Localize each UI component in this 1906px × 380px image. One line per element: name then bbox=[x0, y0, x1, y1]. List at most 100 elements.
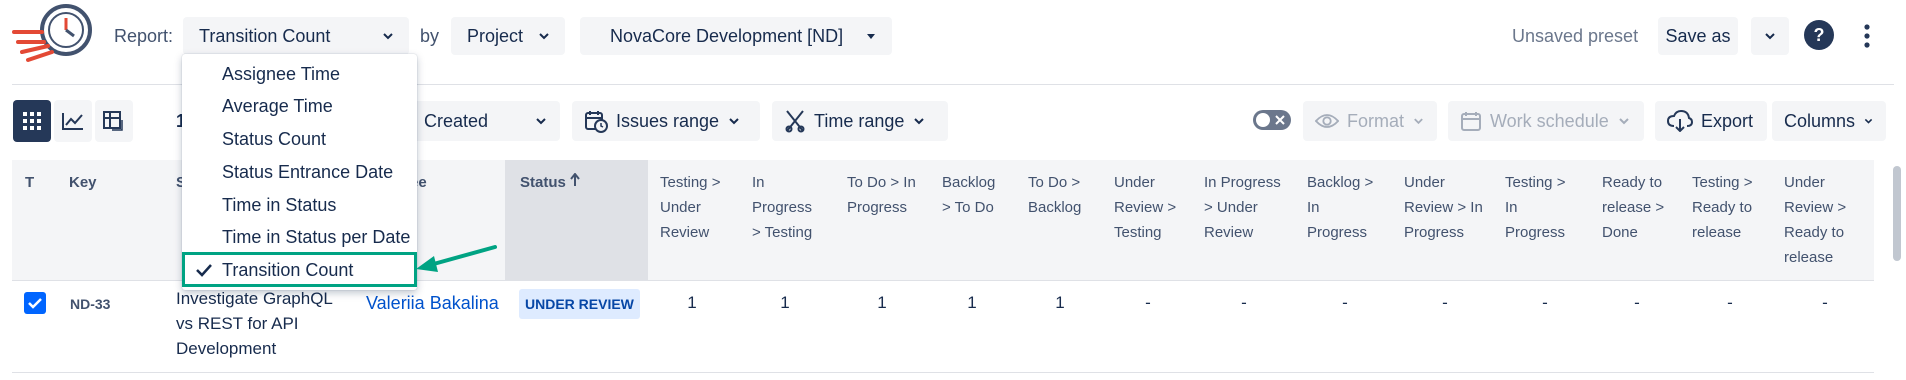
transition-count-cell: - bbox=[1342, 293, 1348, 312]
help-icon[interactable]: ? bbox=[1804, 20, 1834, 50]
col-header-transition[interactable]: Under Review > Testing bbox=[1114, 170, 1176, 245]
date-field-select[interactable]: Created bbox=[400, 101, 560, 141]
col-header-line: > To Do bbox=[942, 199, 994, 216]
pivot-view-toggle[interactable] bbox=[95, 100, 133, 142]
col-header-transition[interactable]: Testing > In Progress bbox=[1505, 170, 1565, 245]
col-header-line: Under bbox=[1114, 174, 1155, 191]
menu-item-label: Assignee Time bbox=[222, 64, 341, 84]
col-header-line: release bbox=[1692, 224, 1742, 241]
menu-item-label: Time in Status bbox=[222, 195, 337, 215]
project-select[interactable]: NovaCore Development [ND] bbox=[580, 17, 892, 55]
date-field-value: Created bbox=[424, 110, 489, 131]
col-header-line: Review > In bbox=[1404, 199, 1483, 216]
col-header-transition[interactable]: Backlog > To Do bbox=[942, 170, 995, 220]
menu-item[interactable]: Average Time bbox=[222, 96, 333, 117]
col-header-transition[interactable]: Testing > Under Review bbox=[660, 170, 720, 245]
chevron-down-icon bbox=[539, 33, 549, 40]
export-button[interactable]: Export bbox=[1655, 101, 1767, 141]
save-as-button[interactable]: Save as bbox=[1658, 17, 1738, 55]
transition-count-cell: 1 bbox=[1055, 293, 1065, 312]
chevron-down-icon bbox=[383, 33, 393, 40]
col-header-transition[interactable]: Ready to release > Done bbox=[1602, 170, 1664, 245]
group-by-select[interactable]: Project bbox=[451, 17, 565, 55]
transition-count-cell: 1 bbox=[780, 293, 790, 312]
save-options-button[interactable] bbox=[1751, 17, 1789, 55]
col-header-line: Review bbox=[1204, 224, 1254, 241]
col-header-type[interactable]: T bbox=[25, 170, 34, 195]
col-header-line: Backlog bbox=[942, 174, 996, 191]
menu-item[interactable]: Time in Status bbox=[222, 195, 336, 216]
assignee-link[interactable]: Valeriia Bakalina bbox=[366, 293, 499, 314]
col-header-line: Under bbox=[1404, 174, 1445, 191]
format-toggle[interactable] bbox=[1253, 110, 1291, 130]
chevron-down-icon bbox=[914, 118, 925, 125]
line-chart-icon bbox=[62, 113, 83, 130]
report-select[interactable]: Transition Count bbox=[183, 17, 409, 55]
col-header-line: Review > bbox=[1784, 199, 1847, 216]
chevron-down-icon bbox=[1414, 118, 1423, 125]
cloud-download-icon bbox=[1667, 110, 1693, 132]
col-header-line: Progress bbox=[847, 199, 908, 216]
format-button[interactable]: Format bbox=[1303, 101, 1437, 141]
menu-item-label: Average Time bbox=[222, 96, 333, 116]
col-header-key[interactable]: Key bbox=[69, 170, 97, 195]
col-header-transition[interactable]: In Progress > Testing bbox=[752, 170, 812, 245]
col-header-transition[interactable]: Under Review > In Progress bbox=[1404, 170, 1483, 245]
col-header-line: Under bbox=[1784, 174, 1825, 191]
col-header-line: Testing > bbox=[1505, 174, 1566, 191]
vertical-scrollbar[interactable] bbox=[1893, 166, 1901, 261]
annotation-arrow bbox=[416, 245, 497, 272]
pivot-table-icon bbox=[103, 111, 123, 131]
close-icon bbox=[1275, 115, 1285, 125]
col-header-line: > Testing bbox=[752, 224, 813, 241]
transition-count-cell: 1 bbox=[687, 293, 697, 312]
col-header-line: To Do > In bbox=[847, 174, 916, 191]
time-range-label: Time range bbox=[814, 110, 905, 131]
col-header-line: Review bbox=[660, 224, 710, 241]
col-header-transition[interactable]: In Progress > Under Review bbox=[1204, 170, 1281, 245]
col-header-transition[interactable]: Under Review > Ready to release bbox=[1784, 170, 1846, 270]
col-header-line: > Under bbox=[1204, 199, 1258, 216]
chevron-down-icon bbox=[729, 118, 739, 125]
col-header-line: Ready to bbox=[1692, 199, 1753, 216]
chart-view-toggle[interactable] bbox=[54, 100, 92, 142]
col-header-line: To Do > bbox=[1028, 174, 1081, 191]
chevron-down-icon bbox=[536, 118, 546, 125]
issues-range-button[interactable]: Issues range bbox=[572, 101, 760, 141]
col-header-transition[interactable]: To Do > In Progress bbox=[847, 170, 916, 220]
issue-key[interactable]: ND-33 bbox=[70, 296, 110, 312]
col-header-line: Progress bbox=[1505, 224, 1566, 241]
time-range-button[interactable]: Time range bbox=[772, 101, 948, 141]
app-logo bbox=[12, 4, 92, 62]
checkmark-icon bbox=[28, 298, 42, 309]
col-header-line: Done bbox=[1602, 224, 1638, 241]
menu-item-label: Status Count bbox=[222, 129, 327, 149]
menu-item[interactable]: Status Entrance Date bbox=[222, 162, 393, 183]
grid-view-toggle[interactable] bbox=[13, 100, 51, 142]
work-schedule-button[interactable]: Work schedule bbox=[1448, 101, 1644, 141]
by-label: by bbox=[420, 26, 440, 46]
group-by-value: Project bbox=[467, 25, 524, 46]
calendar-clock-icon bbox=[585, 111, 608, 133]
more-options-button[interactable] bbox=[1850, 17, 1884, 55]
preset-status: Unsaved preset bbox=[1512, 26, 1639, 46]
col-header-line: Ready to bbox=[1784, 224, 1845, 241]
col-header-transition[interactable]: Backlog > In Progress bbox=[1307, 170, 1373, 245]
transition-count-cell: - bbox=[1241, 293, 1247, 312]
row-checkbox[interactable] bbox=[24, 292, 46, 314]
transition-count-cell: - bbox=[1634, 293, 1640, 312]
work-schedule-label: Work schedule bbox=[1490, 110, 1609, 131]
transition-count-cell: - bbox=[1145, 293, 1151, 312]
col-header-transition[interactable]: To Do > Backlog bbox=[1028, 170, 1081, 220]
export-label: Export bbox=[1701, 110, 1754, 131]
menu-item[interactable]: Assignee Time bbox=[222, 64, 340, 85]
chevron-down-icon bbox=[1864, 118, 1873, 124]
issue-summary: Investigate GraphQL vs REST for API Deve… bbox=[176, 286, 333, 361]
col-header-status[interactable]: Status bbox=[520, 170, 580, 195]
columns-button[interactable]: Columns bbox=[1772, 101, 1886, 141]
col-header-transition[interactable]: Testing > Ready to release bbox=[1692, 170, 1752, 245]
transition-count-cell: 1 bbox=[877, 293, 887, 312]
status-badge: UNDER REVIEW bbox=[519, 289, 640, 319]
caret-down-icon bbox=[867, 34, 875, 39]
menu-item[interactable]: Status Count bbox=[222, 129, 326, 150]
